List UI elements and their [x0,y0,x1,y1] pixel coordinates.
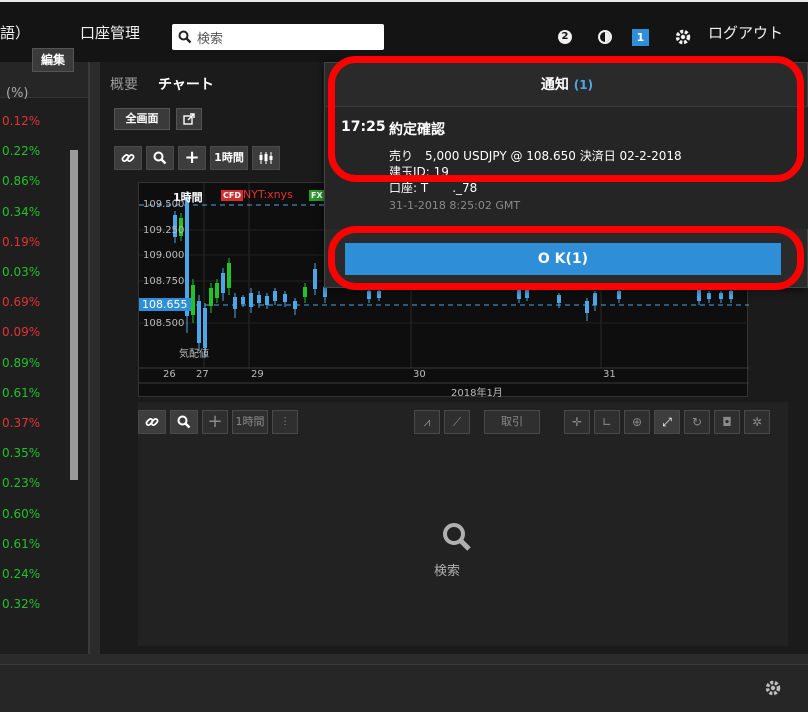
change-percent-item[interactable]: 0.89% [2,356,40,370]
change-percent-item[interactable]: 0.35% [2,446,40,460]
fx-badge: FX [309,190,325,201]
axis-button[interactable]: ∟ [594,410,620,434]
popout-button[interactable] [176,108,202,130]
chart-symbol: NYT:xnys [243,188,293,201]
watchlist-scrollbar[interactable] [70,150,78,480]
price-tick: 109.000 [143,250,185,261]
bottom-panel [0,664,808,712]
camera-icon: ◘ [722,415,732,429]
logout-link[interactable]: ログアウト [708,22,783,43]
language-selector[interactable]: 語） [0,22,30,43]
search-placeholder: 検索 [197,31,224,47]
volume-label: 気配値 [179,349,209,360]
date-tick: 31 [603,369,616,380]
draw-line-button[interactable]: ⟋ [444,410,470,434]
change-percent-item[interactable]: 0.61% [2,537,40,551]
expand-button[interactable]: ⤢ [654,410,680,434]
change-percent-item[interactable]: 0.09% [2,325,40,339]
plus-icon: + [184,147,200,168]
link-icon [145,418,159,426]
candlestick-icon [259,152,273,164]
zoom-button[interactable]: ⊕ [624,410,650,434]
change-percent-item[interactable]: 0.86% [2,174,40,188]
change-percent-item[interactable]: 0.03% [2,265,40,279]
search-icon[interactable] [442,522,472,552]
camera-button[interactable]: ◘ [714,410,740,434]
month-label: 2018年1月 [451,388,503,399]
external-window-icon [183,113,195,125]
line-icon: ⟋ [452,415,462,429]
change-percent-item[interactable]: 0.23% [2,476,40,490]
candlestick-icon: ⫶ [283,415,287,429]
change-percent-item[interactable]: 0.24% [2,567,40,581]
change-percent-item[interactable]: 0.37% [2,416,40,430]
expand-icon: ⤢ [662,415,672,429]
tab-chart[interactable]: チャート [158,74,214,94]
notification-count-icon[interactable]: 2 [558,30,572,44]
refresh-button[interactable]: ↻ [684,410,710,434]
date-tick: 29 [251,369,264,380]
change-percent-header: (%) [6,86,29,101]
message-badge-icon[interactable]: 1 [632,29,649,46]
indicator-icon: ⩘ [423,415,431,429]
account-management-menu[interactable]: 口座管理 [80,22,140,43]
change-percent-item[interactable]: 0.12% [2,114,40,128]
lower-timeframe-button[interactable]: 1時間 [232,410,268,434]
indicator-button[interactable]: ⩘ [414,410,440,434]
change-percent-item[interactable]: 0.69% [2,295,40,309]
fullscreen-button[interactable]: 全画面 [114,108,170,130]
edit-button[interactable]: 編集 [32,48,74,72]
notification-timestamp: 31-1-2018 8:25:02 GMT [389,199,521,212]
price-tick: 109.500 [143,199,185,210]
search-prompt-text: 検索 [434,564,461,579]
search-input[interactable]: 検索 [172,24,384,50]
tab-overview[interactable]: 概要 [110,74,138,94]
gear-icon[interactable] [674,28,692,46]
top-bar: 語） 口座管理 検索 2 1 ログアウト [0,0,808,62]
link-button[interactable] [114,146,142,170]
search-icon [177,415,191,429]
contrast-icon[interactable] [598,30,612,44]
search-icon [178,30,192,44]
secondary-chart-panel: + 1時間 ⫶ ⩘ ⟋ 取引 ✛ ∟ ⊕ ⤢ ↻ ◘ ✲ 検索 [138,402,788,646]
search-icon [153,151,167,165]
lower-search-button[interactable] [170,410,198,434]
axis-icon: ∟ [601,415,613,429]
gear-icon: ✲ [751,415,763,429]
zoom-icon: ⊕ [631,415,643,429]
date-tick: 30 [413,369,426,380]
price-tick: 108.500 [143,318,185,329]
refresh-icon: ↻ [691,415,703,429]
crosshair-button[interactable]: + [178,146,206,170]
change-percent-item[interactable]: 0.60% [2,507,40,521]
trade-button[interactable]: 取引 [484,410,540,434]
crosshair-icon: ✛ [571,415,583,429]
cfd-badge: CFD [221,190,243,201]
current-price-label: 108.655 [139,298,191,311]
change-percent-item[interactable]: 0.34% [2,205,40,219]
gear-icon[interactable] [764,679,782,697]
change-percent-item[interactable]: 0.32% [2,597,40,611]
price-tick: 108.750 [143,276,185,287]
change-percent-item[interactable]: 0.61% [2,386,40,400]
date-tick: 26 [163,369,176,380]
lower-settings-button[interactable]: ✲ [744,410,770,434]
lower-link-button[interactable] [138,410,166,434]
highlight-ring-message [328,56,804,182]
chart-type-button[interactable] [252,146,280,170]
change-percent-item[interactable]: 0.22% [2,144,40,158]
timeframe-button[interactable]: 1時間 [210,146,248,170]
link-icon [121,154,135,162]
lower-chart-type-button[interactable]: ⫶ [272,410,298,434]
chart-search-button[interactable] [146,146,174,170]
highlight-ring-ok [328,226,804,290]
price-tick: 109.250 [143,225,185,236]
change-percent-item[interactable]: 0.19% [2,235,40,249]
crosshair-tool-button[interactable]: ✛ [564,410,590,434]
plus-icon: + [207,411,223,432]
lower-crosshair-button[interactable]: + [202,410,228,434]
date-tick: 27 [196,369,209,380]
